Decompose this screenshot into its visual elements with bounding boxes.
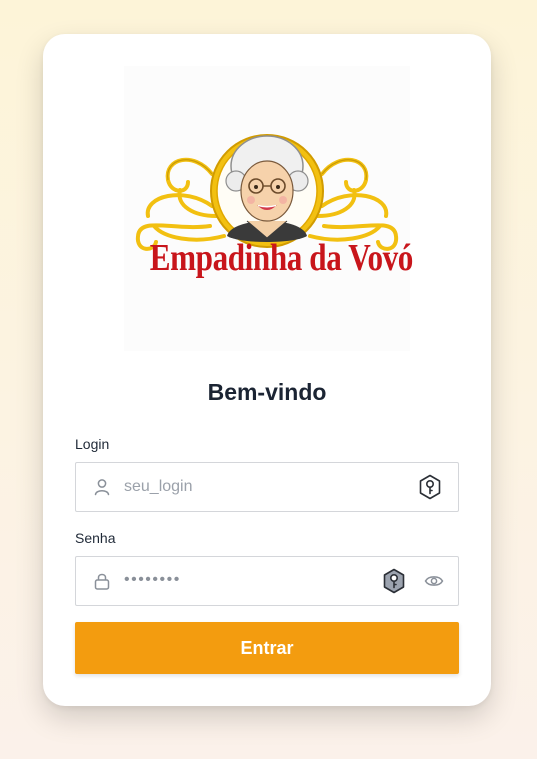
login-card: Empadinha da Vovó Bem-vindo Login Senha …	[43, 34, 491, 706]
submit-button[interactable]: Entrar	[75, 622, 459, 674]
password-label: Senha	[75, 530, 116, 546]
user-icon	[94, 479, 110, 496]
grandma-logo-image	[135, 134, 399, 251]
password-input[interactable]: ••••••••	[124, 571, 181, 589]
password-field[interactable]: ••••••••	[75, 556, 459, 606]
key-icon[interactable]	[418, 474, 442, 500]
key-icon[interactable]	[382, 568, 406, 594]
login-input[interactable]	[124, 463, 374, 511]
lock-icon	[94, 573, 110, 590]
brand-logo: Empadinha da Vovó	[124, 66, 414, 351]
eye-icon[interactable]	[424, 572, 444, 590]
login-label: Login	[75, 436, 110, 452]
brand-logo-text: Empadinha da Vovó	[149, 237, 414, 279]
welcome-title: Bem-vindo	[207, 379, 327, 405]
login-field[interactable]	[75, 462, 459, 512]
